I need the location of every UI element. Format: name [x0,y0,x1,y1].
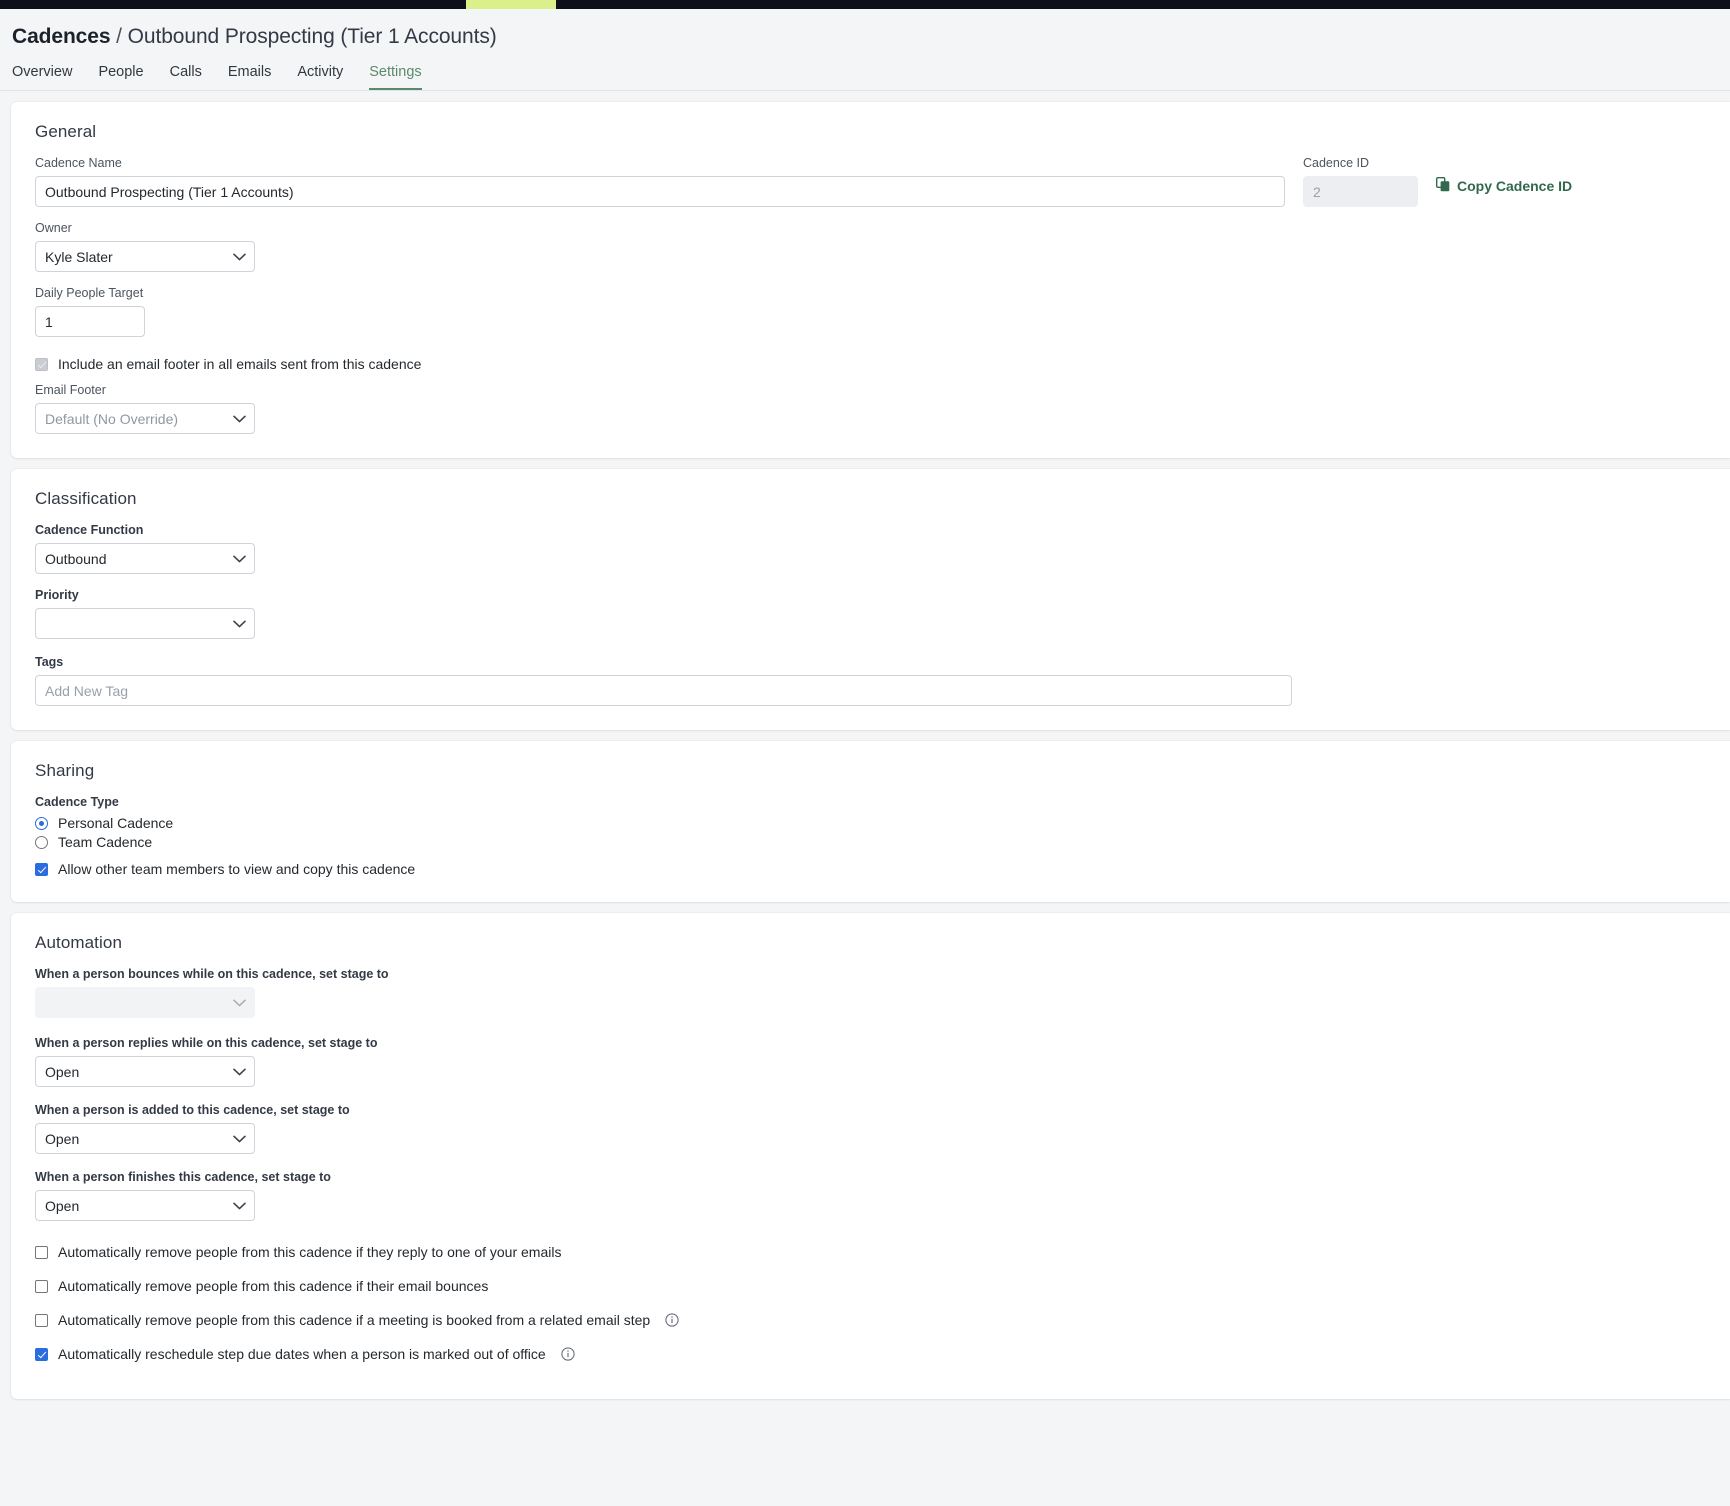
auto-remove-on-bounce-label: Automatically remove people from this ca… [58,1277,488,1295]
priority-label: Priority [35,588,1706,603]
page-title: Outbound Prospecting (Tier 1 Accounts) [128,25,497,48]
classification-section: Classification Cadence Function Outbound… [11,469,1730,730]
classification-section-title: Classification [35,489,1706,509]
finish-stage-select[interactable]: Open [35,1190,255,1221]
team-cadence-radio-row[interactable]: Team Cadence [35,833,1706,852]
auto-remove-on-reply-label: Automatically remove people from this ca… [58,1243,561,1261]
info-icon[interactable] [561,1347,575,1361]
tab-bar: Overview People Calls Emails Activity Se… [0,51,1730,91]
added-stage-select-wrap: Open [35,1123,255,1154]
personal-cadence-radio[interactable] [35,817,48,830]
tab-activity[interactable]: Activity [297,64,343,90]
cadence-function-select-wrap: Outbound [35,543,255,574]
tags-group: Tags [35,655,1706,706]
copy-cadence-id-label: Copy Cadence ID [1457,178,1572,194]
general-section-title: General [35,122,1706,142]
global-navbar [0,0,1730,9]
daily-people-target-group: Daily People Target [35,286,1706,337]
owner-select[interactable]: Kyle Slater [35,241,255,272]
tab-emails[interactable]: Emails [228,64,272,90]
info-icon[interactable] [665,1313,679,1327]
tags-label: Tags [35,655,1706,670]
cadence-name-group: Cadence Name [35,156,1285,207]
allow-copy-checkbox-row[interactable]: Allow other team members to view and cop… [35,860,1706,878]
sharing-section: Sharing Cadence Type Personal Cadence Te… [11,741,1730,902]
owner-label: Owner [35,221,1706,236]
added-stage-label: When a person is added to this cadence, … [35,1103,1706,1118]
copy-cadence-id-button[interactable]: Copy Cadence ID [1436,156,1572,197]
page-header: Cadences / Outbound Prospecting (Tier 1 … [0,9,1730,91]
breadcrumb-root[interactable]: Cadences [12,25,110,48]
breadcrumb: Cadences / Outbound Prospecting (Tier 1 … [0,23,1730,51]
auto-remove-on-reply-row[interactable]: Automatically remove people from this ca… [35,1243,1706,1261]
automation-section-title: Automation [35,933,1706,953]
sharing-section-title: Sharing [35,761,1706,781]
reply-stage-select-wrap: Open [35,1056,255,1087]
finish-stage-select-wrap: Open [35,1190,255,1221]
priority-group: Priority [35,588,1706,639]
cadence-id-label: Cadence ID [1303,156,1418,171]
personal-cadence-radio-row[interactable]: Personal Cadence [35,814,1706,833]
tab-overview[interactable]: Overview [12,64,72,90]
breadcrumb-separator: / [116,25,122,48]
auto-remove-on-meeting-row[interactable]: Automatically remove people from this ca… [35,1311,1706,1329]
cadence-function-label: Cadence Function [35,523,1706,538]
tab-people[interactable]: People [98,64,143,90]
reply-stage-select[interactable]: Open [35,1056,255,1087]
reply-stage-label: When a person replies while on this cade… [35,1036,1706,1051]
cadence-function-group: Cadence Function Outbound [35,523,1706,574]
include-email-footer-checkbox-row: Include an email footer in all emails se… [35,355,1706,373]
automation-section: Automation When a person bounces while o… [11,913,1730,1399]
email-footer-select-wrap: Default (No Override) [35,403,255,434]
cadence-name-row: Cadence Name Cadence ID Copy Cadence ID [35,156,1706,207]
bounce-stage-select-wrap [35,987,255,1018]
auto-remove-on-bounce-checkbox[interactable] [35,1280,48,1293]
priority-select[interactable] [35,608,255,639]
include-email-footer-checkbox [35,358,48,371]
auto-reschedule-ooo-label: Automatically reschedule step due dates … [58,1345,546,1363]
tags-input[interactable] [35,675,1292,706]
daily-people-target-label: Daily People Target [35,286,1706,301]
bounce-stage-select [35,987,255,1018]
include-email-footer-label: Include an email footer in all emails se… [58,355,421,373]
cadence-type-label: Cadence Type [35,795,1706,810]
email-footer-label: Email Footer [35,383,1706,398]
auto-remove-on-bounce-row[interactable]: Automatically remove people from this ca… [35,1277,1706,1295]
added-stage-group: When a person is added to this cadence, … [35,1103,1706,1154]
cadence-id-input [1303,176,1418,207]
added-stage-select[interactable]: Open [35,1123,255,1154]
auto-reschedule-ooo-checkbox[interactable] [35,1348,48,1361]
team-cadence-label: Team Cadence [58,833,152,852]
personal-cadence-label: Personal Cadence [58,814,173,833]
daily-people-target-input[interactable] [35,306,145,337]
auto-remove-on-meeting-checkbox[interactable] [35,1314,48,1327]
auto-reschedule-ooo-row[interactable]: Automatically reschedule step due dates … [35,1345,1706,1363]
cadence-name-input[interactable] [35,176,1285,207]
allow-copy-label: Allow other team members to view and cop… [58,860,415,878]
cadence-function-select[interactable]: Outbound [35,543,255,574]
finish-stage-label: When a person finishes this cadence, set… [35,1170,1706,1185]
priority-select-wrap [35,608,255,639]
tab-calls[interactable]: Calls [170,64,202,90]
email-footer-select[interactable]: Default (No Override) [35,403,255,434]
owner-group: Owner Kyle Slater [35,221,1706,272]
cadence-name-label: Cadence Name [35,156,1285,171]
cadence-id-group: Cadence ID [1303,156,1418,207]
bounce-stage-label: When a person bounces while on this cade… [35,967,1706,982]
owner-select-wrap: Kyle Slater [35,241,255,272]
nav-active-indicator [466,0,556,9]
finish-stage-group: When a person finishes this cadence, set… [35,1170,1706,1221]
bounce-stage-group: When a person bounces while on this cade… [35,967,1706,1018]
tab-settings[interactable]: Settings [369,64,421,90]
copy-icon [1436,177,1450,195]
reply-stage-group: When a person replies while on this cade… [35,1036,1706,1087]
auto-remove-on-meeting-label: Automatically remove people from this ca… [58,1311,650,1329]
team-cadence-radio[interactable] [35,836,48,849]
general-section: General Cadence Name Cadence ID Copy Cad… [11,102,1730,458]
auto-remove-on-reply-checkbox[interactable] [35,1246,48,1259]
email-footer-group: Email Footer Default (No Override) [35,383,1706,434]
allow-copy-checkbox[interactable] [35,863,48,876]
